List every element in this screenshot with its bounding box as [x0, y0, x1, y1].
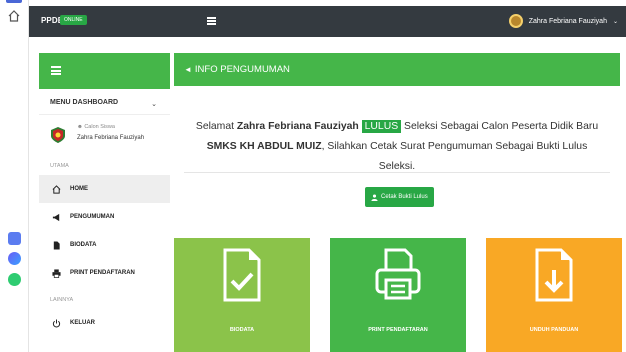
profile-name: Zahra Febriana Fauziyah	[77, 135, 145, 141]
profile-block: ☻ Calon Siswa Zahra Febriana Fauziyah	[39, 115, 170, 157]
sidebar-item-label: BIODATA	[70, 242, 97, 248]
file-check-icon	[223, 248, 261, 302]
status-badge: ONLINE	[60, 15, 87, 25]
tile-label: UNDUH PANDUAN	[529, 327, 579, 333]
tile-biodata[interactable]: BIODATA	[174, 238, 310, 352]
megaphone-icon	[52, 213, 60, 221]
sidebar: MENU DASHBOARD ⌄ ☻ Calon Siswa Zahra Feb…	[39, 53, 170, 352]
chevron-down-icon: ⌄	[612, 18, 618, 25]
user-menu[interactable]: Zahra Febriana Fauziyah ⌄	[508, 14, 618, 28]
info-pengumuman-card: ◄ INFO PENGUMUMAN Selamat Zahra Febriana…	[174, 53, 620, 225]
active-tab-indicator	[6, 0, 22, 3]
print-proof-label: Cetak Bukti Lulus	[381, 194, 428, 200]
menu-dashboard-label: MENU DASHBOARD	[50, 99, 119, 106]
sidebar-item-label: KELUAR	[70, 320, 95, 326]
tile-label: PRINT PENDAFTARAN	[368, 327, 428, 333]
sidebar-item-print-pendaftaran[interactable]: PRINT PENDAFTARAN	[39, 259, 170, 287]
file-icon	[53, 240, 60, 250]
printer-icon	[52, 268, 61, 278]
card-title: INFO PENGUMUMAN	[194, 64, 290, 75]
menu-dashboard-toggle[interactable]: MENU DASHBOARD ⌄	[39, 89, 170, 115]
top-navbar: PPDB ONLINE Zahra Febriana Fauziyah ⌄	[29, 6, 626, 37]
school-name: SMKS KH ABDUL MUIZ	[206, 141, 322, 152]
sidebar-item-keluar[interactable]: KELUAR	[39, 309, 170, 337]
section-label-lainnya: LAINNYA	[50, 297, 74, 303]
whatsapp-icon[interactable]	[8, 273, 21, 286]
menu-toggle-icon[interactable]	[207, 17, 216, 25]
sidebar-item-label: HOME	[70, 186, 88, 192]
home-icon[interactable]	[7, 9, 21, 23]
sidebar-menu-icon[interactable]	[51, 66, 61, 76]
user-icon	[371, 193, 378, 201]
sidebar-item-biodata[interactable]: BIODATA	[39, 231, 170, 259]
sidebar-item-pengumuman[interactable]: PENGUMUMAN	[39, 203, 170, 231]
chevron-down-icon: ⌄	[151, 101, 157, 108]
file-download-icon	[535, 248, 573, 302]
announcement-text: Selamat Zahra Febriana Fauziyah LULUS Se…	[195, 120, 599, 172]
browser-side-strip	[0, 0, 29, 352]
sidebar-item-label: PRINT PENDAFTARAN	[70, 270, 135, 276]
print-proof-button[interactable]: Cetak Bukti Lulus	[365, 187, 434, 207]
power-icon	[52, 318, 61, 327]
status-badge: LULUS	[361, 120, 402, 133]
card-header: ◄ INFO PENGUMUMAN	[174, 53, 620, 86]
school-logo-icon	[51, 127, 65, 143]
messenger-icon[interactable]	[8, 252, 21, 265]
app-shortcut-icon[interactable]	[8, 232, 21, 245]
tile-print-pendaftaran[interactable]: PRINT PENDAFTARAN	[330, 238, 466, 352]
student-name: Zahra Febriana Fauziyah	[236, 121, 359, 132]
home-icon	[52, 184, 61, 194]
sidebar-item-label: PENGUMUMAN	[70, 214, 115, 220]
section-label-utama: UTAMA	[50, 163, 69, 169]
user-name: Zahra Febriana Fauziyah	[528, 17, 607, 25]
avatar	[508, 14, 523, 28]
profile-role: ☻ Calon Siswa	[77, 124, 115, 130]
tile-label: BIODATA	[229, 327, 255, 333]
sidebar-item-home[interactable]: HOME	[39, 175, 170, 203]
divider	[184, 172, 610, 173]
tile-unduh-panduan[interactable]: UNDUH PANDUAN	[486, 238, 622, 352]
sidebar-header	[39, 53, 170, 89]
megaphone-icon: ◄	[184, 65, 192, 74]
printer-icon	[375, 248, 421, 300]
